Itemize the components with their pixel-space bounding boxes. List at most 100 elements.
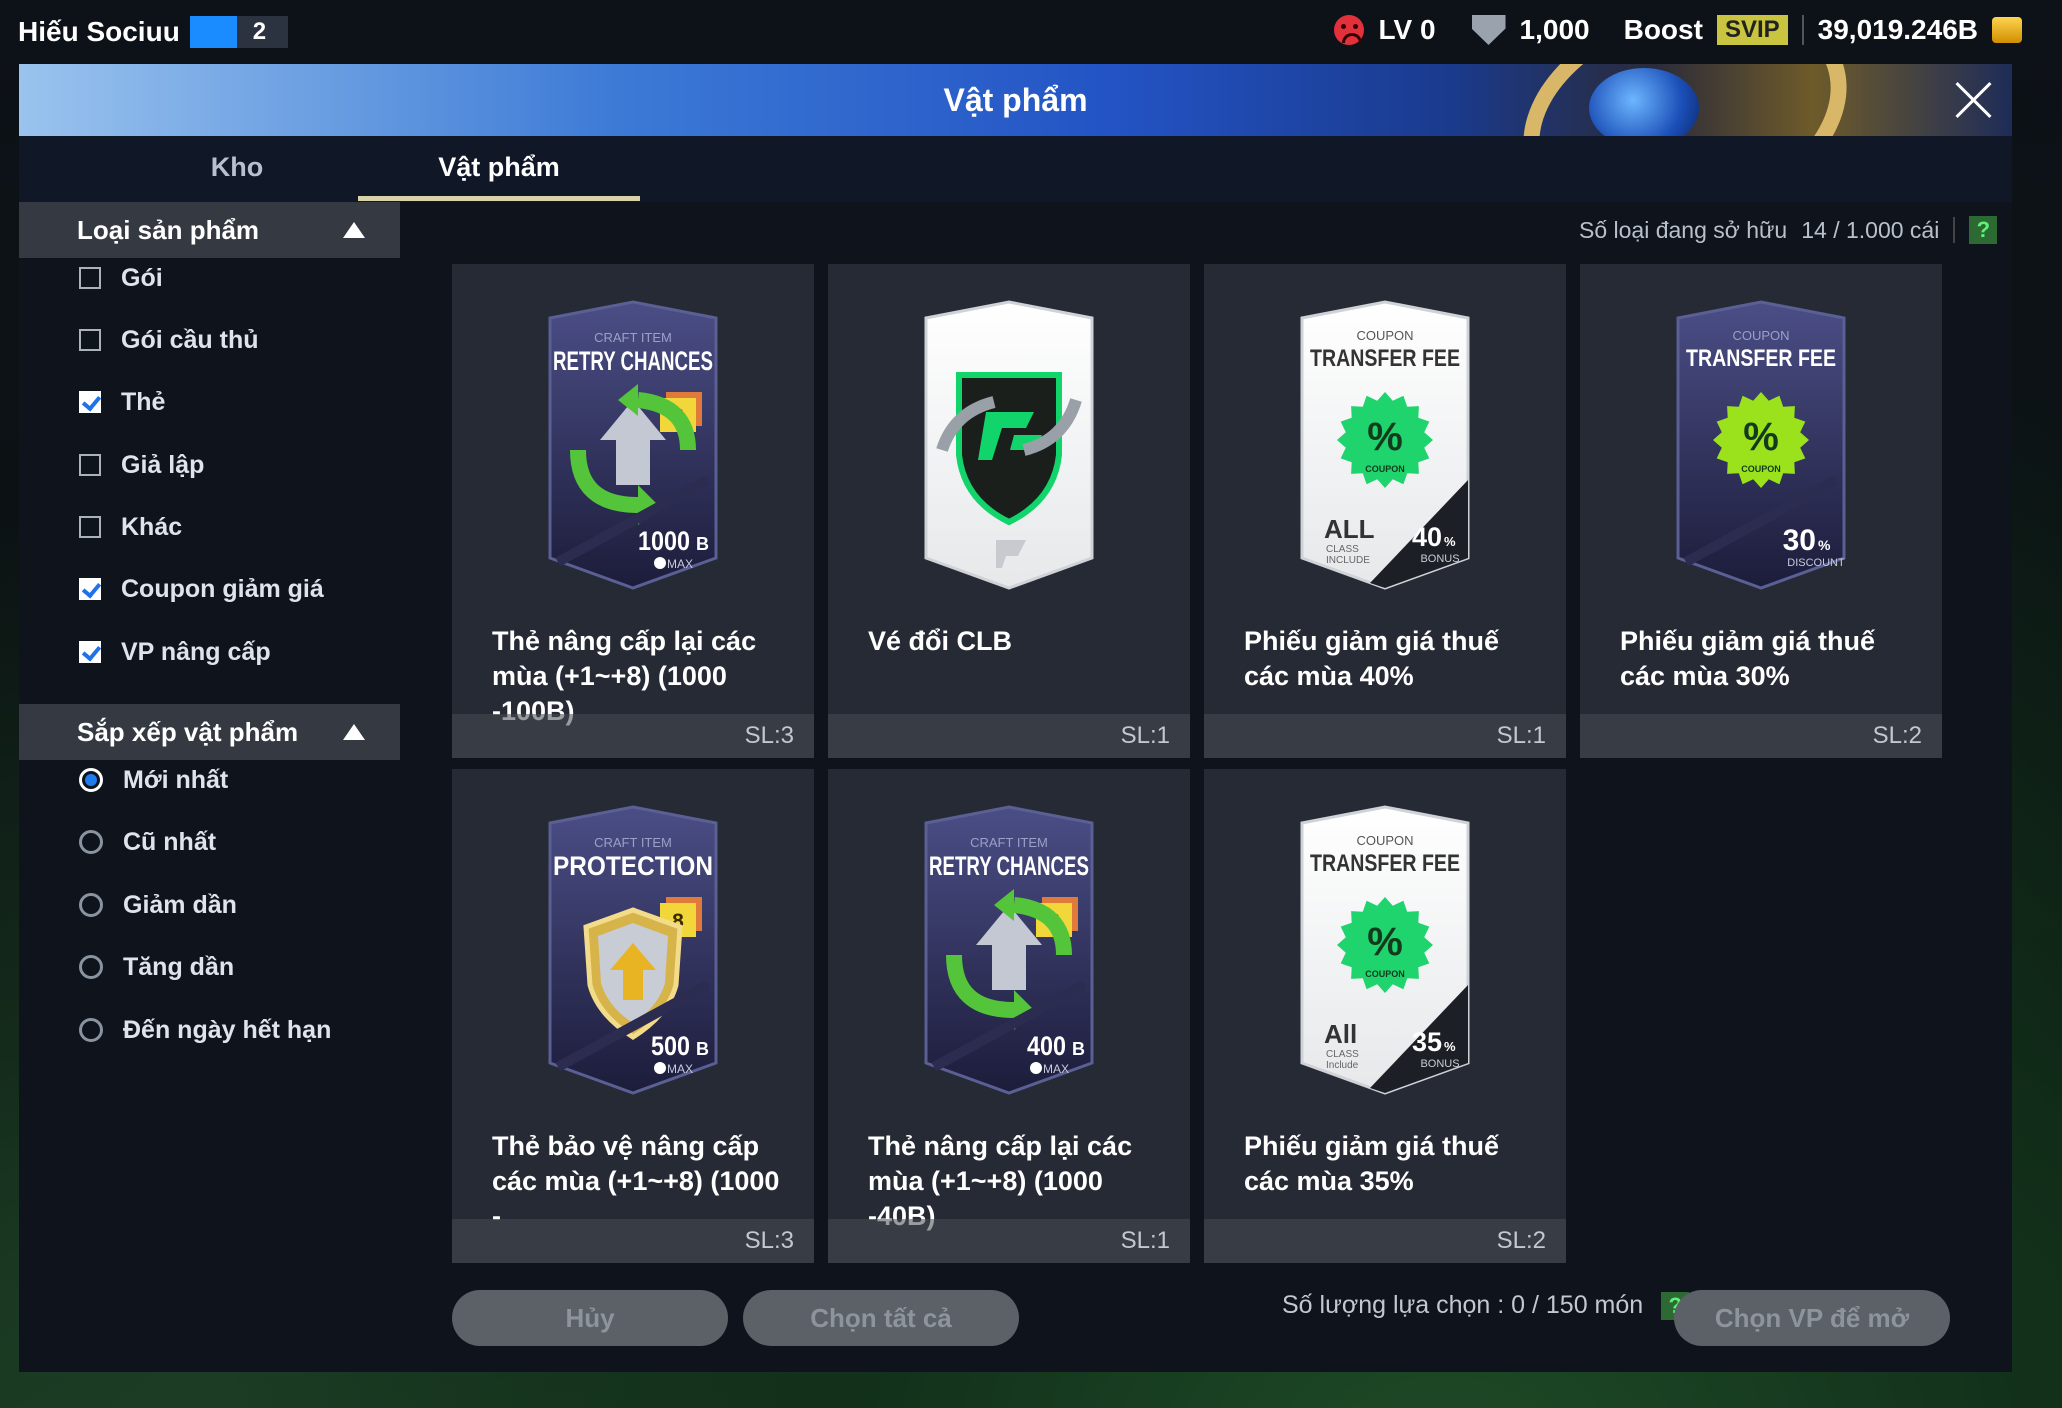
select-all-button[interactable]: Chọn tất cả [743, 1290, 1019, 1346]
card-title-text: TRANSFER FEE [1310, 850, 1460, 877]
filter-option-vp-nang-cap[interactable]: VP nâng cấp [79, 632, 271, 672]
sort-title: Sắp xếp vật phẩm [77, 717, 299, 747]
amount-unit: B [696, 534, 709, 554]
filter-option-coupon[interactable]: Coupon giảm giá [79, 569, 324, 609]
filter-sidebar: Loại sản phẩm Gói Gói cầu thủ Thẻ Giả lậ… [19, 202, 400, 1372]
tab-vat-pham[interactable]: Vật phẩm [358, 136, 640, 201]
card-top-text: CRAFT ITEM [594, 835, 672, 850]
item-card-art: COUPON TRANSFER FEE% COUPON 30% DISCOUNT [1666, 300, 1856, 590]
selection-count: Số lượng lựa chọn : 0 / 150 món ? [1282, 1291, 1690, 1320]
percent-symbol: % [1367, 415, 1403, 459]
item-name: Phiếu giảm giá thuế các mùa 35% [1244, 1131, 1500, 1196]
percent-sign: % [1818, 537, 1831, 553]
product-type-header[interactable]: Loại sản phẩm [19, 202, 400, 258]
filter-option-the[interactable]: Thẻ [79, 382, 165, 422]
filter-option-gia-lap[interactable]: Giả lập [79, 445, 204, 485]
retry-arrows-icon-card-image: CRAFT ITEMRETRY CHANCES8400 BMAX [924, 805, 1094, 1095]
percent-sign: % [1444, 534, 1456, 549]
percent-sub: BONUS [1420, 1058, 1459, 1070]
checkbox[interactable] [79, 516, 101, 538]
checkbox-checked[interactable] [79, 641, 101, 663]
help-icon[interactable]: ? [1969, 216, 1998, 244]
percent-seal-icon: % COUPON [1713, 392, 1809, 488]
sort-option-descending[interactable]: Giảm dần [79, 885, 237, 925]
collapse-triangle-icon[interactable] [343, 222, 365, 238]
filter-option-khac[interactable]: Khác [79, 507, 182, 547]
item-card[interactable]: COUPON TRANSFER FEE% COUPON All CLASS Include… [1204, 769, 1566, 1263]
item-card-art: CRAFT ITEM RETRY CHANCES 8 1000 B MAX [538, 300, 728, 590]
angry-face-icon [1334, 15, 1365, 45]
coin-balance: 39,019.246B [1817, 14, 1978, 45]
product-type-title: Loại sản phẩm [77, 215, 260, 245]
retry-arrows-icon-card-image: CRAFT ITEMRETRY CHANCES81000 BMAX [548, 300, 718, 590]
percent-seal-icon: % COUPON [1337, 897, 1433, 993]
radio[interactable] [79, 893, 103, 917]
cancel-button[interactable]: Hủy [452, 1290, 728, 1346]
checkbox[interactable] [79, 329, 101, 351]
card-top-text: COUPON [1732, 328, 1789, 343]
fc-club-badge-icon-card-image [924, 300, 1094, 590]
percent-value: 35 [1412, 1027, 1442, 1057]
percent-seal-icon: % COUPON [1337, 392, 1433, 488]
sort-option-ascending[interactable]: Tăng dần [79, 947, 234, 987]
filter-option-goi-cau-thu[interactable]: Gói cầu thủ [79, 320, 259, 360]
item-card[interactable]: COUPON TRANSFER FEE% COUPON 30% DISCOUNT Phiế… [1580, 264, 1942, 758]
item-card-art: CRAFT ITEM PROTECTION 8 500 B MAX [538, 805, 728, 1095]
sort-option-oldest[interactable]: Cũ nhất [79, 822, 216, 862]
user-info[interactable]: Hiếu Sociuu 2 [18, 16, 289, 48]
svip-badge[interactable]: SVIP [1716, 15, 1788, 45]
amount-unit: B [1072, 1039, 1085, 1059]
filter-option-goi[interactable]: Gói [79, 258, 163, 298]
currency-stats: LV 0 1,000 Boost SVIP 39,019.246B [1334, 14, 2022, 46]
item-quantity: SL:2 [1496, 1227, 1546, 1254]
lv-value: LV 0 [1378, 14, 1436, 45]
shield-rank-icon [1471, 15, 1506, 45]
item-card[interactable]: COUPON TRANSFER FEE% COUPON ALL CLASS INCLUDE… [1204, 264, 1566, 758]
trophy-value: 1,000 [1519, 14, 1590, 45]
item-card[interactable]: Vé đổi CLB SL:1 [828, 264, 1190, 758]
radio-selected[interactable] [79, 768, 103, 792]
card-top-text: COUPON [1356, 328, 1413, 343]
collapse-triangle-icon[interactable] [343, 724, 365, 740]
item-card[interactable]: CRAFT ITEM RETRY CHANCES 8 1000 B MAX Thẻ nâng… [452, 264, 814, 758]
level-badge: 2 [189, 16, 289, 48]
max-down-icon [654, 1062, 666, 1074]
percent-symbol: % [1367, 920, 1403, 964]
item-card[interactable]: CRAFT ITEM PROTECTION 8 500 B MAX Thẻ bảo vệ n… [452, 769, 814, 1263]
card-title-text: TRANSFER FEE [1310, 345, 1460, 372]
checkbox[interactable] [79, 267, 101, 289]
max-text: MAX [667, 1062, 693, 1076]
tab-kho[interactable]: Kho [96, 136, 378, 196]
item-quantity: SL:1 [1496, 722, 1546, 749]
window-title: Vật phẩm [943, 82, 1088, 118]
sort-option-newest[interactable]: Mới nhất [79, 760, 228, 800]
sort-header[interactable]: Sắp xếp vật phẩm [19, 704, 400, 760]
username: Hiếu Sociuu [18, 16, 180, 47]
card-title-text: PROTECTION [553, 851, 713, 881]
card-top-text: CRAFT ITEM [970, 835, 1048, 850]
owned-label: Số loại đang sở hữu [1579, 216, 1788, 243]
close-icon[interactable] [1950, 76, 1998, 124]
boost-label[interactable]: Boost [1624, 14, 1703, 46]
checkbox[interactable] [79, 454, 101, 476]
coin-stack-icon[interactable] [1992, 17, 2022, 43]
item-name: Phiếu giảm giá thuế các mùa 30% [1620, 626, 1876, 691]
checkbox-checked[interactable] [79, 578, 101, 600]
radio[interactable] [79, 830, 103, 854]
max-text: MAX [1043, 1062, 1069, 1076]
tab-bar: Kho Vật phẩm [19, 136, 2012, 202]
item-name: Vé đổi CLB [868, 626, 1013, 656]
radio[interactable] [79, 955, 103, 979]
owned-count: Số loại đang sở hữu 14 / 1.000 cái ? [1579, 216, 1998, 244]
checkbox-checked[interactable] [79, 391, 101, 413]
max-text: MAX [667, 557, 693, 571]
open-items-button[interactable]: Chọn VP để mở [1674, 1290, 1950, 1346]
divider [1953, 217, 1956, 243]
sort-option-expiry[interactable]: Đến ngày hết hạn [79, 1010, 331, 1050]
amount-text: 400 [1027, 1031, 1066, 1061]
item-card[interactable]: CRAFT ITEM RETRY CHANCES 8 400 B MAX Thẻ nâng … [828, 769, 1190, 1263]
radio[interactable] [79, 1018, 103, 1042]
protection-shield-icon-card-image: CRAFT ITEMPROTECTION8500 BMAX [548, 805, 718, 1095]
seal-sub-text: COUPON [1741, 464, 1781, 474]
item-card-art [914, 300, 1104, 590]
